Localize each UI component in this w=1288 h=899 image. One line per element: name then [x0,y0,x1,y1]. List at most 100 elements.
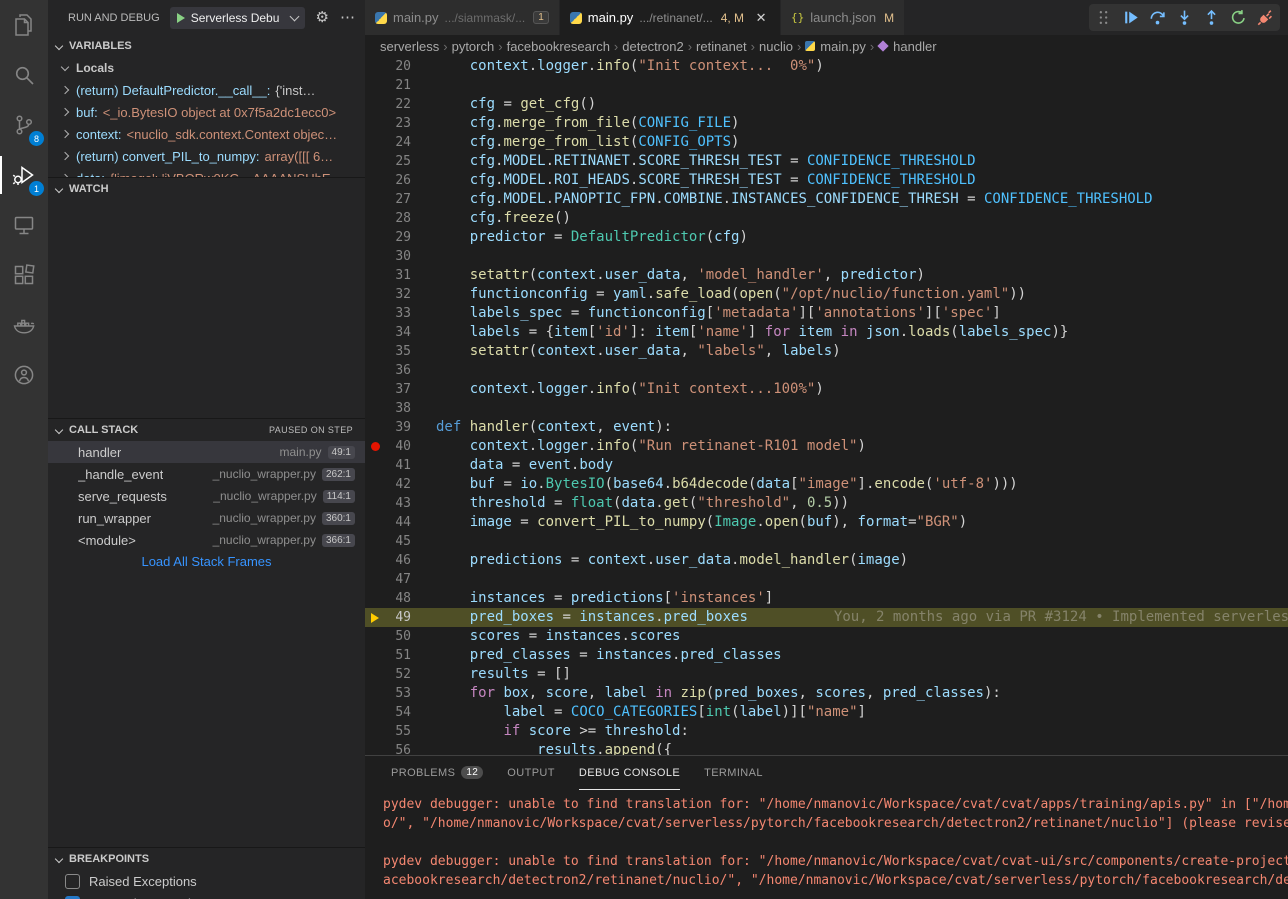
stack-frame-row[interactable]: handlermain.py49:1 [48,441,365,463]
breadcrumb-item-facebookresearch[interactable]: facebookresearch [507,39,610,54]
breadcrumb-item-nuclio[interactable]: nuclio [759,39,793,54]
code-line[interactable]: 26 cfg.MODEL.ROI_HEADS.SCORE_THRESH_TEST… [365,171,1288,190]
code-line[interactable]: 22 cfg = get_cfg() [365,95,1288,114]
activity-bar-item-source-control[interactable]: 8 [0,100,48,150]
code-line[interactable]: 27 cfg.MODEL.PANOPTIC_FPN.COMBINE.INSTAN… [365,190,1288,209]
step-over-icon[interactable] [1145,5,1170,30]
watch-section-header[interactable]: WATCH [48,178,365,200]
breadcrumb-item-detectron2[interactable]: detectron2 [622,39,683,54]
breakpoint-row[interactable]: Raised Exceptions [48,870,365,892]
checkbox[interactable] [65,874,80,889]
breadcrumb-item-pytorch[interactable]: pytorch [452,39,495,54]
code-line[interactable]: 52 results = [] [365,665,1288,684]
code-line[interactable]: 21 [365,76,1288,95]
code-line[interactable]: 55 if score >= threshold: [365,722,1288,741]
editor-tab-main.py[interactable]: main.py.../retinanet/...4, M✕ [560,0,781,35]
code-line[interactable]: 38 [365,399,1288,418]
close-icon[interactable]: ✕ [752,9,770,27]
activity-bar-item-remote-explorer[interactable] [0,200,48,250]
activity-bar-item-run-and-debug[interactable]: 1 [0,150,48,200]
code-line[interactable]: 46 predictions = context.user_data.model… [365,551,1288,570]
code-line[interactable]: 28 cfg.freeze() [365,209,1288,228]
code-line[interactable]: 45 [365,532,1288,551]
breadcrumb-item-handler[interactable]: handler [878,39,936,54]
code-line[interactable]: 54 label = COCO_CATEGORIES[int(label)]["… [365,703,1288,722]
restart-icon[interactable] [1226,5,1251,30]
code-text: context.logger.info("Init context... 0%"… [411,57,824,76]
code-line[interactable]: 34 labels = {item['id']: item['name'] fo… [365,323,1288,342]
code-line[interactable]: 51 pred_classes = instances.pred_classes [365,646,1288,665]
start-debug-icon[interactable] [177,13,185,23]
breakpoint-icon[interactable] [365,437,385,456]
code-line[interactable]: 25 cfg.MODEL.RETINANET.SCORE_THRESH_TEST… [365,152,1288,171]
step-out-icon[interactable] [1199,5,1224,30]
code-line[interactable]: 20 context.logger.info("Init context... … [365,57,1288,76]
variable-row[interactable]: data:{'image': 'iVBORw0KG…AAAANSUhE… [48,167,365,177]
code-line[interactable]: 31 setattr(context.user_data, 'model_han… [365,266,1288,285]
breakpoints-section-header[interactable]: BREAKPOINTS [48,848,365,870]
stack-frame-row[interactable]: <module>_nuclio_wrapper.py366:1 [48,529,365,551]
code-line[interactable]: 47 [365,570,1288,589]
activity-bar-item-live-share[interactable] [0,350,48,400]
line-number: 49 [385,608,411,627]
code-line[interactable]: 35 setattr(context.user_data, "labels", … [365,342,1288,361]
activity-bar-item-explorer[interactable] [0,0,48,50]
load-all-stack-frames-link[interactable]: Load All Stack Frames [48,554,365,569]
variables-scope-locals[interactable]: Locals [48,57,365,79]
code-line[interactable]: 23 cfg.merge_from_file(CONFIG_FILE) [365,114,1288,133]
step-into-icon[interactable] [1172,5,1197,30]
editor-tab-launch.json[interactable]: {}launch.jsonM [781,0,905,35]
call-stack-section-header[interactable]: CALL STACK PAUSED ON STEP [48,419,365,441]
activity-bar-item-search[interactable] [0,50,48,100]
code-editor[interactable]: 20 context.logger.info("Init context... … [365,57,1288,755]
debug-console-output[interactable]: pydev debugger: unable to find translati… [365,790,1288,890]
code-line[interactable]: 50 scores = instances.scores [365,627,1288,646]
variable-row[interactable]: context:<nuclio_sdk.context.Context obje… [48,123,365,145]
variable-row[interactable]: buf:<_io.BytesIO object at 0x7f5a2dc1ecc… [48,101,365,123]
gutter-glyph [365,722,385,741]
continue-icon[interactable] [1118,5,1143,30]
panel-tab-debug-console[interactable]: DEBUG CONSOLE [579,756,680,790]
breadcrumb-item-serverless[interactable]: serverless [380,39,439,54]
breadcrumb-item-main.py[interactable]: main.py [805,39,866,54]
checkbox[interactable]: ✓ [65,896,80,899]
code-line[interactable]: 32 functionconfig = yaml.safe_load(open(… [365,285,1288,304]
activity-bar-item-extensions[interactable] [0,250,48,300]
code-text: predictions = context.user_data.model_ha… [411,551,908,570]
code-line[interactable]: 33 labels_spec = functionconfig['metadat… [365,304,1288,323]
code-line[interactable]: 37 context.logger.info("Init context...1… [365,380,1288,399]
more-actions-icon[interactable]: ⋯ [340,10,355,25]
code-line[interactable]: 49 pred_boxes = instances.pred_boxesYou,… [365,608,1288,627]
code-line[interactable]: 39def handler(context, event): [365,418,1288,437]
code-line[interactable]: 56 results.append({ [365,741,1288,755]
code-line[interactable]: 29 predictor = DefaultPredictor(cfg) [365,228,1288,247]
code-line[interactable]: 36 [365,361,1288,380]
stack-frame-row[interactable]: serve_requests_nuclio_wrapper.py114:1 [48,485,365,507]
editor-tab-main.py[interactable]: main.py.../siammask/...1 [365,0,560,35]
code-line[interactable]: 41 data = event.body [365,456,1288,475]
code-line[interactable]: 48 instances = predictions['instances'] [365,589,1288,608]
variable-row[interactable]: (return) convert_PIL_to_numpy:array([[[ … [48,145,365,167]
code-line[interactable]: 24 cfg.merge_from_list(CONFIG_OPTS) [365,133,1288,152]
breadcrumb-item-retinanet[interactable]: retinanet [696,39,747,54]
launch-config-dropdown[interactable]: Serverless Debu [170,7,305,29]
line-number: 42 [385,475,411,494]
code-line[interactable]: 53 for box, score, label in zip(pred_box… [365,684,1288,703]
variables-section-header[interactable]: VARIABLES [48,35,365,57]
disconnect-icon[interactable] [1253,5,1278,30]
breakpoint-row[interactable]: ✓Uncaught Exceptions [48,892,365,899]
panel-tab-output[interactable]: OUTPUT [507,756,555,790]
panel-tab-terminal[interactable]: TERMINAL [704,756,763,790]
code-text: pred_classes = instances.pred_classes [411,646,782,665]
stack-frame-row[interactable]: _handle_event_nuclio_wrapper.py262:1 [48,463,365,485]
panel-tab-problems[interactable]: PROBLEMS12 [391,756,483,790]
stack-frame-row[interactable]: run_wrapper_nuclio_wrapper.py360:1 [48,507,365,529]
code-line[interactable]: 42 buf = io.BytesIO(base64.b64decode(dat… [365,475,1288,494]
gear-icon[interactable]: ⚙ [316,10,329,25]
code-line[interactable]: 44 image = convert_PIL_to_numpy(Image.op… [365,513,1288,532]
variable-row[interactable]: (return) DefaultPredictor.__call__:{'ins… [48,79,365,101]
activity-bar-item-docker[interactable] [0,300,48,350]
code-line[interactable]: 30 [365,247,1288,266]
code-line[interactable]: 43 threshold = float(data.get("threshold… [365,494,1288,513]
code-line[interactable]: 40 context.logger.info("Run retinanet-R1… [365,437,1288,456]
